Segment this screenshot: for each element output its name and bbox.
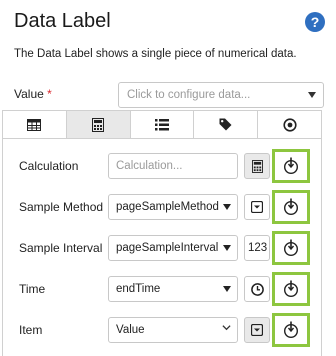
data-bind-icon	[283, 321, 299, 339]
value-label-text: Value	[14, 87, 44, 101]
row-sample-method: Sample Method pageSampleMethod	[3, 190, 321, 224]
clock-icon	[250, 282, 264, 296]
chevron-down-icon	[222, 325, 231, 331]
time-value: endTime	[116, 283, 161, 295]
data-bind-button[interactable]	[272, 231, 310, 265]
target-icon	[282, 117, 297, 132]
data-bind-icon	[283, 239, 299, 257]
row-label: Time	[19, 282, 46, 296]
row-label: Sample Method	[19, 200, 104, 214]
time-select[interactable]: endTime	[108, 276, 238, 302]
help-circle-icon[interactable]: ?	[305, 12, 325, 32]
sample-method-value: pageSampleMethod	[116, 201, 219, 213]
tab-target[interactable]	[258, 111, 321, 138]
caret-down-icon	[223, 245, 231, 251]
data-bind-button[interactable]	[272, 149, 310, 183]
calculator-button[interactable]	[244, 153, 270, 179]
data-bind-button[interactable]	[272, 190, 310, 224]
value-label: Value *	[14, 87, 52, 101]
caret-down-icon	[223, 204, 231, 210]
sample-interval-value: pageSampleInterval	[116, 242, 219, 254]
sample-method-select[interactable]: pageSampleMethod	[108, 194, 238, 220]
tag-icon	[219, 118, 232, 131]
data-bind-icon	[283, 198, 299, 216]
dropdown-mode-button[interactable]	[244, 194, 270, 220]
row-time: Time endTime	[3, 272, 321, 306]
row-label: Sample Interval	[19, 241, 103, 255]
description-text: The Data Label shows a single piece of n…	[14, 48, 297, 60]
row-calculation: Calculation Calculation...	[3, 149, 321, 183]
row-item: Item Value	[3, 313, 321, 347]
data-bind-icon	[283, 157, 299, 175]
row-sample-interval: Sample Interval pageSampleInterval 123	[3, 231, 321, 265]
data-bind-button[interactable]	[272, 272, 310, 306]
value-select[interactable]: Click to configure data...	[118, 82, 324, 108]
calculator-icon	[251, 159, 263, 173]
table-icon	[27, 118, 42, 131]
tab-calculation[interactable]	[66, 111, 131, 138]
dropdown-box-icon	[251, 324, 263, 336]
item-value: Value	[116, 324, 145, 336]
caret-down-icon	[308, 92, 316, 98]
caret-down-icon	[223, 286, 231, 292]
tab-bar	[3, 111, 321, 139]
clock-mode-button[interactable]	[244, 276, 270, 302]
tab-table[interactable]	[3, 111, 67, 138]
data-bind-button[interactable]	[272, 313, 310, 347]
list-icon	[154, 118, 169, 130]
calculation-input[interactable]: Calculation...	[108, 153, 238, 179]
numeric-mode-button[interactable]: 123	[244, 235, 270, 261]
config-panel: Calculation Calculation... Sample Method…	[2, 110, 322, 356]
page-title: Data Label	[14, 10, 111, 32]
calculator-icon	[92, 117, 105, 132]
dropdown-box-icon	[251, 201, 263, 213]
tab-list[interactable]	[130, 111, 195, 138]
row-label: Calculation	[19, 159, 79, 173]
dropdown-mode-button[interactable]	[244, 317, 270, 343]
required-marker: *	[47, 87, 52, 101]
item-select[interactable]: Value	[108, 317, 238, 343]
value-select-placeholder: Click to configure data...	[127, 89, 251, 101]
data-bind-icon	[283, 280, 299, 298]
row-label: Item	[19, 323, 43, 337]
sample-interval-select[interactable]: pageSampleInterval	[108, 235, 238, 261]
tab-tag[interactable]	[194, 111, 259, 138]
